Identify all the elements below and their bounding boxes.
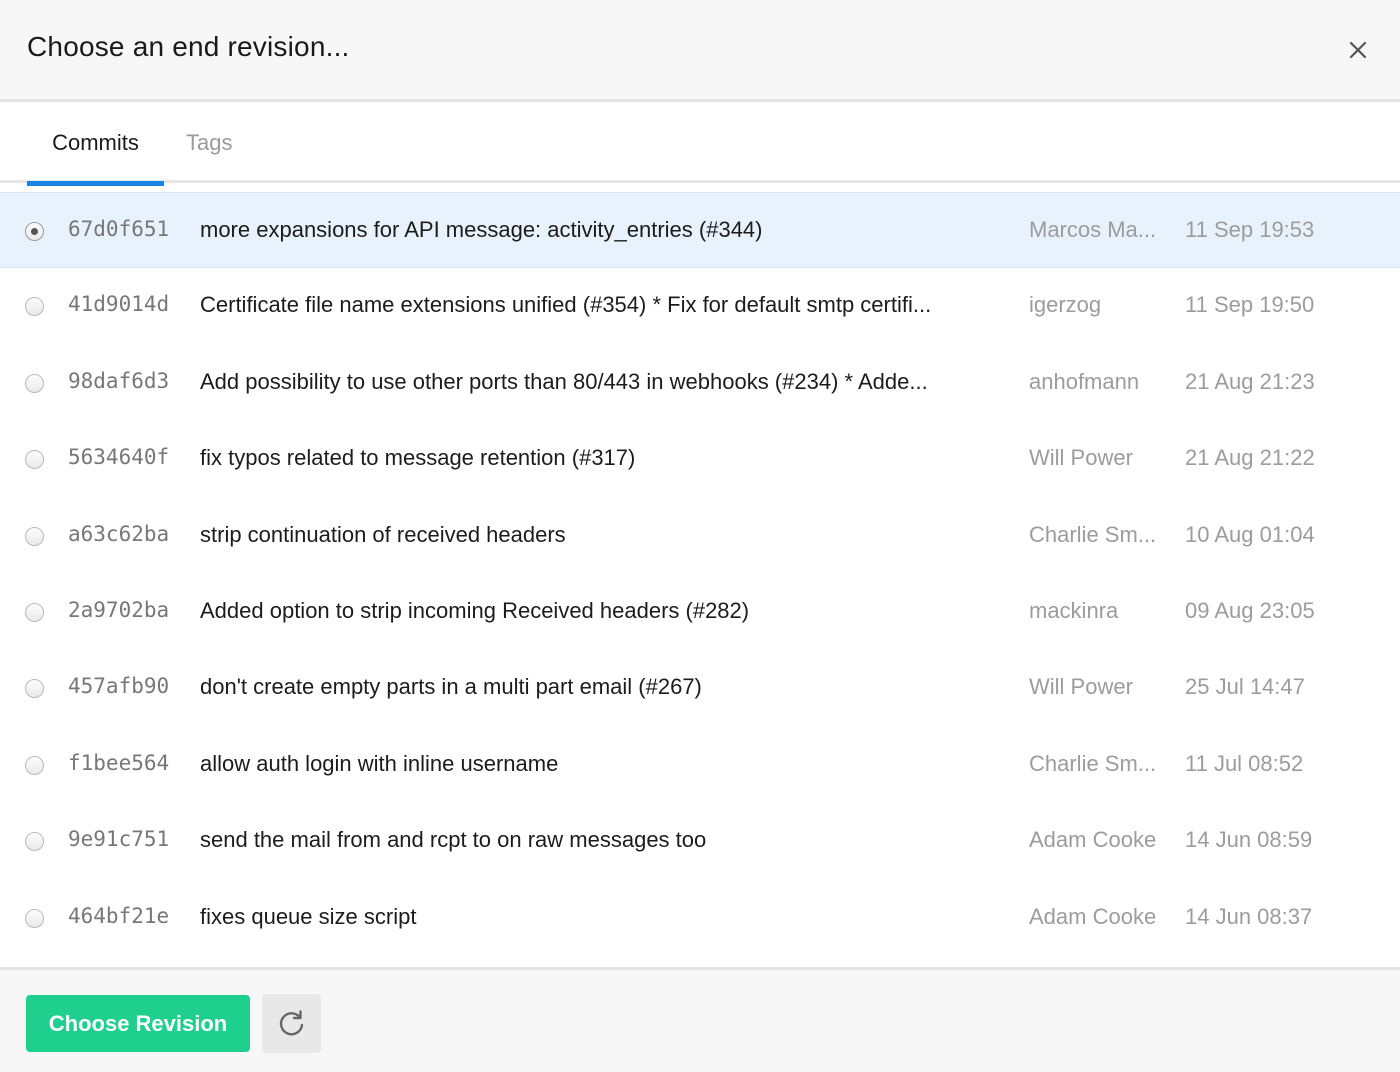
commit-hash: 98daf6d3 — [68, 369, 170, 393]
tab-bar: Commits Tags — [0, 105, 1400, 186]
commit-row[interactable]: 5634640f fix typos related to message ret… — [0, 421, 1400, 497]
commit-radio[interactable] — [25, 756, 44, 775]
commit-hash: f1bee564 — [68, 751, 170, 775]
commit-message: Added option to strip incoming Received … — [200, 598, 750, 623]
commit-date: 21 Aug 21:23 — [1185, 369, 1315, 394]
commit-date: 11 Sep 19:50 — [1185, 292, 1315, 317]
commit-radio[interactable] — [25, 832, 44, 851]
refresh-button[interactable] — [262, 994, 321, 1053]
commit-message: more expansions for API message: activit… — [200, 217, 763, 242]
commit-row[interactable]: 9e91c751 send the mail from and rcpt to o… — [0, 803, 1400, 879]
commit-radio[interactable] — [25, 679, 44, 698]
commit-author: Will Power — [1029, 674, 1133, 699]
commit-radio[interactable] — [25, 374, 44, 393]
commit-author: igerzog — [1029, 292, 1102, 317]
commit-row[interactable]: 41d9014d Certificate file name extensions… — [0, 268, 1400, 344]
commit-row[interactable]: f1bee564 allow auth login with inline use… — [0, 727, 1400, 803]
commit-date: 11 Jul 08:52 — [1185, 751, 1304, 776]
commit-message: strip continuation of received headers — [200, 522, 566, 547]
commit-date: 11 Sep 19:53 — [1185, 217, 1315, 242]
commit-hash: 2a9702ba — [68, 598, 170, 622]
commit-hash: 67d0f651 — [68, 217, 170, 241]
close-button[interactable] — [1340, 32, 1376, 68]
commit-radio[interactable] — [25, 603, 44, 622]
dialog-title: Choose an end revision... — [27, 31, 350, 62]
commit-author: Marcos Ma... — [1029, 217, 1157, 242]
commit-author: Adam Cooke — [1029, 904, 1157, 929]
refresh-icon — [279, 1010, 304, 1036]
commit-radio[interactable] — [25, 450, 44, 469]
commit-radio[interactable] — [25, 297, 44, 316]
commit-row[interactable]: 98daf6d3 Add possibility to use other por… — [0, 345, 1400, 421]
radio-selected-dot — [31, 228, 38, 235]
commit-radio[interactable] — [25, 909, 44, 928]
commit-radio[interactable] — [25, 222, 44, 241]
commit-author: Adam Cooke — [1029, 827, 1157, 852]
commit-date: 09 Aug 23:05 — [1185, 598, 1315, 623]
tab-tags[interactable]: Tags — [186, 130, 232, 156]
commit-row[interactable]: 2a9702ba Added option to strip incoming R… — [0, 574, 1400, 650]
commit-message: don't create empty parts in a multi part… — [200, 674, 702, 699]
commit-message: Certificate file name extensions unified… — [200, 292, 932, 317]
commit-message: send the mail from and rcpt to on raw me… — [200, 827, 707, 852]
commit-date: 21 Aug 21:22 — [1185, 445, 1315, 470]
commit-author: mackinra — [1029, 598, 1119, 623]
commit-hash: 9e91c751 — [68, 827, 170, 851]
dialog-header: Choose an end revision... — [0, 0, 1400, 102]
choose-revision-button[interactable]: Choose Revision — [26, 995, 250, 1052]
commit-list: 67d0f651 more expansions for API message:… — [0, 192, 1400, 967]
commit-row[interactable]: 67d0f651 more expansions for API message:… — [0, 192, 1400, 268]
commit-date: 25 Jul 14:47 — [1185, 674, 1305, 699]
commit-message: allow auth login with inline username — [200, 751, 559, 776]
commit-radio[interactable] — [25, 527, 44, 546]
commit-message: Add possibility to use other ports than … — [200, 369, 928, 394]
commit-author: Charlie Sm... — [1029, 751, 1157, 776]
commit-row[interactable]: 464bf21e fixes queue size script Adam Cook… — [0, 880, 1400, 956]
commit-author: Charlie Sm... — [1029, 522, 1157, 547]
choose-revision-dialog: Choose an end revision... Commits Tags 6… — [0, 0, 1400, 1072]
commit-date: 14 Jun 08:59 — [1185, 827, 1313, 852]
commit-row[interactable]: a63c62ba strip continuation of received h… — [0, 498, 1400, 574]
commit-row[interactable]: 457afb90 don't create empty parts in a mu… — [0, 650, 1400, 726]
commit-date: 10 Aug 01:04 — [1185, 522, 1315, 547]
commit-hash: 457afb90 — [68, 674, 170, 698]
commit-date: 14 Jun 08:37 — [1185, 904, 1313, 929]
commit-author: Will Power — [1029, 445, 1133, 470]
dialog-footer: Choose Revision — [0, 967, 1400, 1072]
close-icon — [1349, 41, 1367, 59]
commit-message: fixes queue size script — [200, 904, 417, 929]
tab-commits[interactable]: Commits — [27, 130, 164, 186]
commit-hash: 41d9014d — [68, 292, 170, 316]
commit-author: anhofmann — [1029, 369, 1140, 394]
commit-message: fix typos related to message retention (… — [200, 445, 636, 470]
commit-hash: 464bf21e — [68, 904, 170, 928]
commit-hash: a63c62ba — [68, 522, 170, 546]
commit-hash: 5634640f — [68, 445, 170, 469]
